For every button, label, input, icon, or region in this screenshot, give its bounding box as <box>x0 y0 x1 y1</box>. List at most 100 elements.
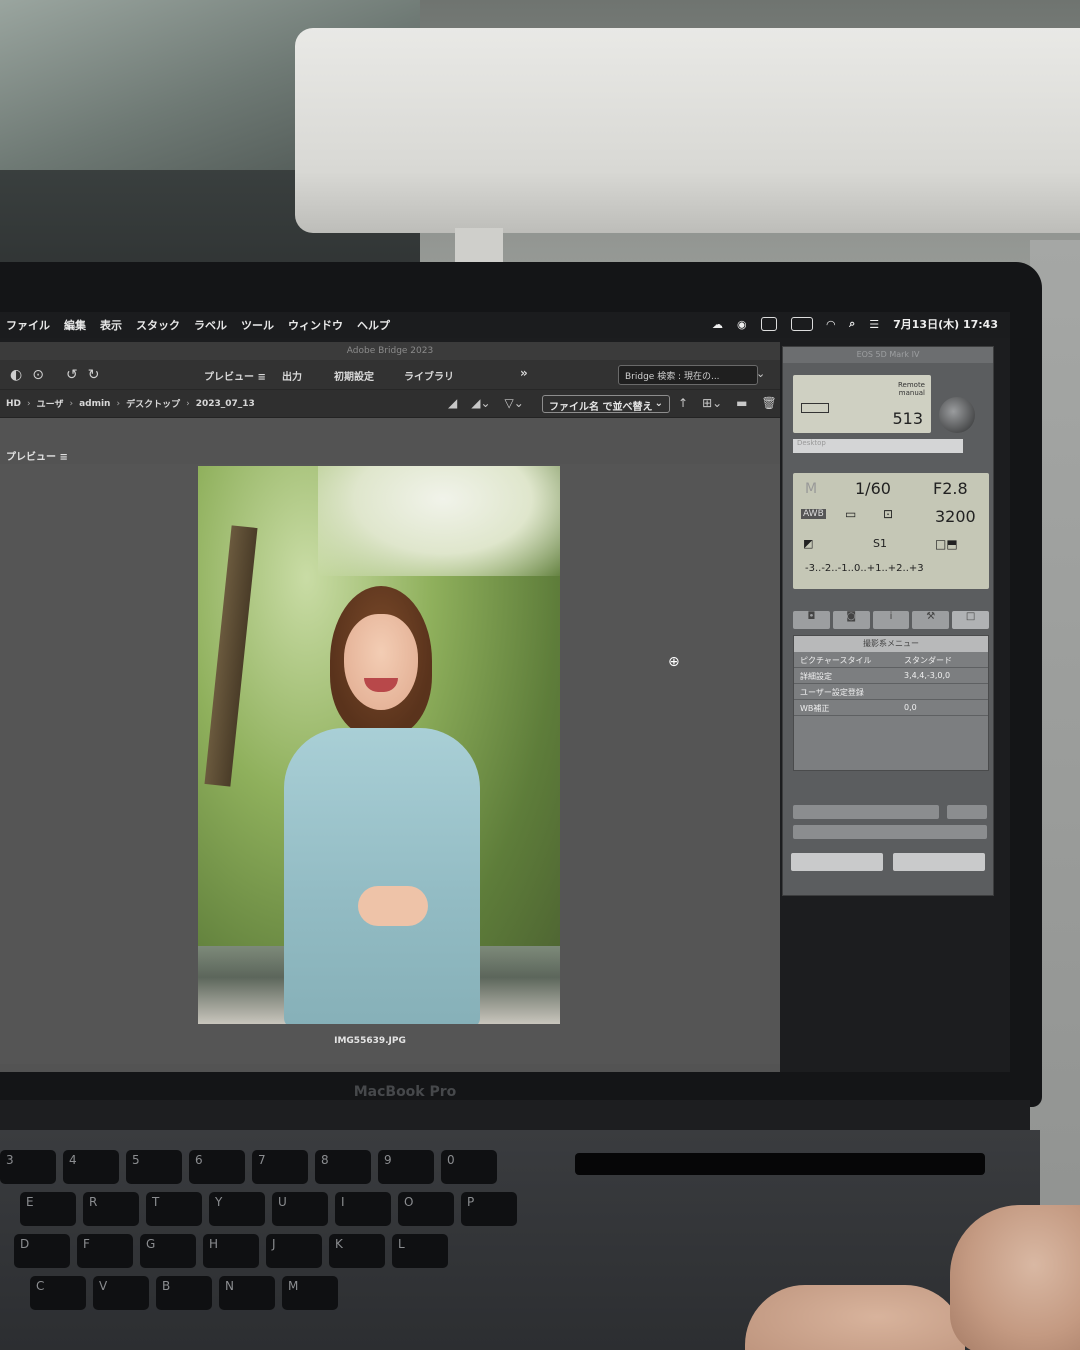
menu-edit[interactable]: 編集 <box>64 317 86 333</box>
tab-preview[interactable]: プレビュー ≡ <box>204 368 266 383</box>
path-actions: ↑ ⊞⌄ ▬ 🗑 <box>678 396 777 410</box>
key[interactable]: T <box>146 1192 202 1226</box>
save-destination[interactable]: Desktop <box>793 439 963 453</box>
funnel-icon[interactable]: ▽⌄ <box>505 396 524 410</box>
key[interactable]: Y <box>209 1192 265 1226</box>
key[interactable]: V <box>93 1276 149 1310</box>
crumb-hd[interactable]: HD <box>6 399 21 409</box>
timer-shooting-button[interactable] <box>793 825 987 839</box>
menu-view[interactable]: 表示 <box>100 317 122 333</box>
key[interactable]: N <box>219 1276 275 1310</box>
key[interactable]: 3 <box>0 1150 56 1184</box>
rating-filter-icon[interactable]: ◢ <box>448 396 457 410</box>
aperture-value[interactable]: F2.8 <box>933 479 968 498</box>
close-button[interactable] <box>893 853 985 871</box>
key[interactable]: 5 <box>126 1150 182 1184</box>
key[interactable]: K <box>329 1234 385 1268</box>
settings-icon[interactable]: □ <box>952 611 989 629</box>
clock[interactable]: 7月13日(木) 17:43 <box>893 316 998 332</box>
control-center-icon[interactable]: ☰ <box>869 318 879 331</box>
shutter-value[interactable]: 1/60 <box>855 479 891 498</box>
metering-icon[interactable]: ⊡ <box>883 507 893 521</box>
menu-tools[interactable]: ツール <box>241 317 274 333</box>
key[interactable]: 6 <box>189 1150 245 1184</box>
menu-row-user-defined[interactable]: ユーザー設定登録 <box>794 684 988 700</box>
shutter-button-icon[interactable] <box>939 397 975 433</box>
menu-row-detail[interactable]: 詳細設定 3,4,4,-3,0,0 <box>794 668 988 684</box>
key[interactable]: 8 <box>315 1150 371 1184</box>
recent-icon[interactable]: ⊞⌄ <box>702 396 722 410</box>
key[interactable]: H <box>203 1234 259 1268</box>
preview-photo[interactable] <box>198 466 560 1024</box>
key[interactable]: 9 <box>378 1150 434 1184</box>
live-view-option-button[interactable] <box>947 805 987 819</box>
drive-mode-icon[interactable]: □⬒ <box>935 537 958 551</box>
rotate-left-icon[interactable]: ↺ <box>66 367 78 383</box>
key[interactable]: J <box>266 1234 322 1268</box>
key[interactable]: M <box>282 1276 338 1310</box>
crumb-admin[interactable]: admin <box>79 399 110 409</box>
wifi-icon[interactable]: ◠ <box>827 318 835 331</box>
tab-essentials[interactable]: 初期設定 <box>334 368 374 383</box>
key[interactable]: 7 <box>252 1150 308 1184</box>
boomerang-icon[interactable]: ◐ <box>10 367 22 383</box>
menu-row-wb-shift[interactable]: WB補正 0,0 <box>794 700 988 716</box>
rotate-right-icon[interactable]: ↻ <box>88 367 100 383</box>
menu-file[interactable]: ファイル <box>6 317 50 333</box>
key[interactable]: L <box>392 1234 448 1268</box>
chevron-right-icon: › <box>116 398 121 409</box>
key[interactable]: 4 <box>63 1150 119 1184</box>
crumb-users[interactable]: ユーザ <box>37 397 64 410</box>
color-icon[interactable]: ◉ <box>737 318 747 331</box>
more-workspaces-button[interactable]: » <box>520 366 528 380</box>
key[interactable]: E <box>20 1192 76 1226</box>
key[interactable]: R <box>83 1192 139 1226</box>
cloud-icon[interactable]: ☁ <box>712 318 723 331</box>
af-mode-icon[interactable]: ▭ <box>845 507 856 521</box>
info-icon[interactable]: i <box>872 611 910 629</box>
picture-style-icon[interactable]: ◩ <box>803 537 813 550</box>
new-folder-icon[interactable]: ▬ <box>736 396 747 410</box>
key[interactable]: G <box>140 1234 196 1268</box>
preview-panel-tab[interactable]: プレビュー ≡ <box>6 448 68 463</box>
search-input[interactable]: Bridge 検索 : 現在の... <box>618 365 758 385</box>
trash-icon[interactable]: 🗑 <box>762 396 777 410</box>
camera-settings-icon[interactable]: ◙ <box>832 611 870 629</box>
sort-dropdown[interactable]: ファイル名 で並べ替え ⌄ <box>542 395 670 413</box>
tab-libraries[interactable]: ライブラリ <box>404 368 454 383</box>
key[interactable]: C <box>30 1276 86 1310</box>
menu-label[interactable]: ラベル <box>194 317 227 333</box>
wb-value[interactable]: AWB <box>801 509 826 519</box>
preview-area[interactable]: ⊕ IMG55639.JPG <box>0 464 780 1064</box>
live-view-button[interactable] <box>793 805 939 819</box>
crumb-folder[interactable]: 2023_07_13 <box>196 399 255 409</box>
camera-icon[interactable]: ◘ <box>793 611 830 629</box>
key[interactable]: F <box>77 1234 133 1268</box>
key[interactable]: P <box>461 1192 517 1226</box>
sort-filter-icon[interactable]: ◢⌄ <box>471 396 490 410</box>
key[interactable]: B <box>156 1276 212 1310</box>
key[interactable]: U <box>272 1192 328 1226</box>
chevron-down-icon[interactable]: ⌄ <box>756 367 765 380</box>
key[interactable]: 0 <box>441 1150 497 1184</box>
key[interactable]: O <box>398 1192 454 1226</box>
exposure-scale[interactable]: -3..-2..-1..0..+1..+2..+3 <box>805 563 924 574</box>
search-icon[interactable]: ⌕ <box>849 317 855 331</box>
tab-output[interactable]: 出力 <box>282 368 302 383</box>
menu-stack[interactable]: スタック <box>136 317 180 333</box>
battery-icon[interactable] <box>790 317 813 331</box>
menu-help[interactable]: ヘルプ <box>357 317 390 333</box>
tools-icon[interactable]: ⚒ <box>912 611 950 629</box>
key[interactable]: D <box>14 1234 70 1268</box>
input-source-icon[interactable] <box>760 317 777 331</box>
mode-value[interactable]: M <box>805 481 817 497</box>
sort-ascending-icon[interactable]: ↑ <box>678 396 688 410</box>
iso-value[interactable]: 3200 <box>935 507 976 526</box>
crumb-desktop[interactable]: デスクトップ <box>126 397 180 410</box>
quality-value[interactable]: S1 <box>873 537 887 550</box>
key[interactable]: I <box>335 1192 391 1226</box>
main-window-button[interactable] <box>791 853 883 871</box>
menu-row-picture-style[interactable]: ピクチャースタイル スタンダード <box>794 652 988 668</box>
menu-window[interactable]: ウィンドウ <box>288 317 343 333</box>
get-photos-icon[interactable]: ⊙ <box>32 367 44 383</box>
